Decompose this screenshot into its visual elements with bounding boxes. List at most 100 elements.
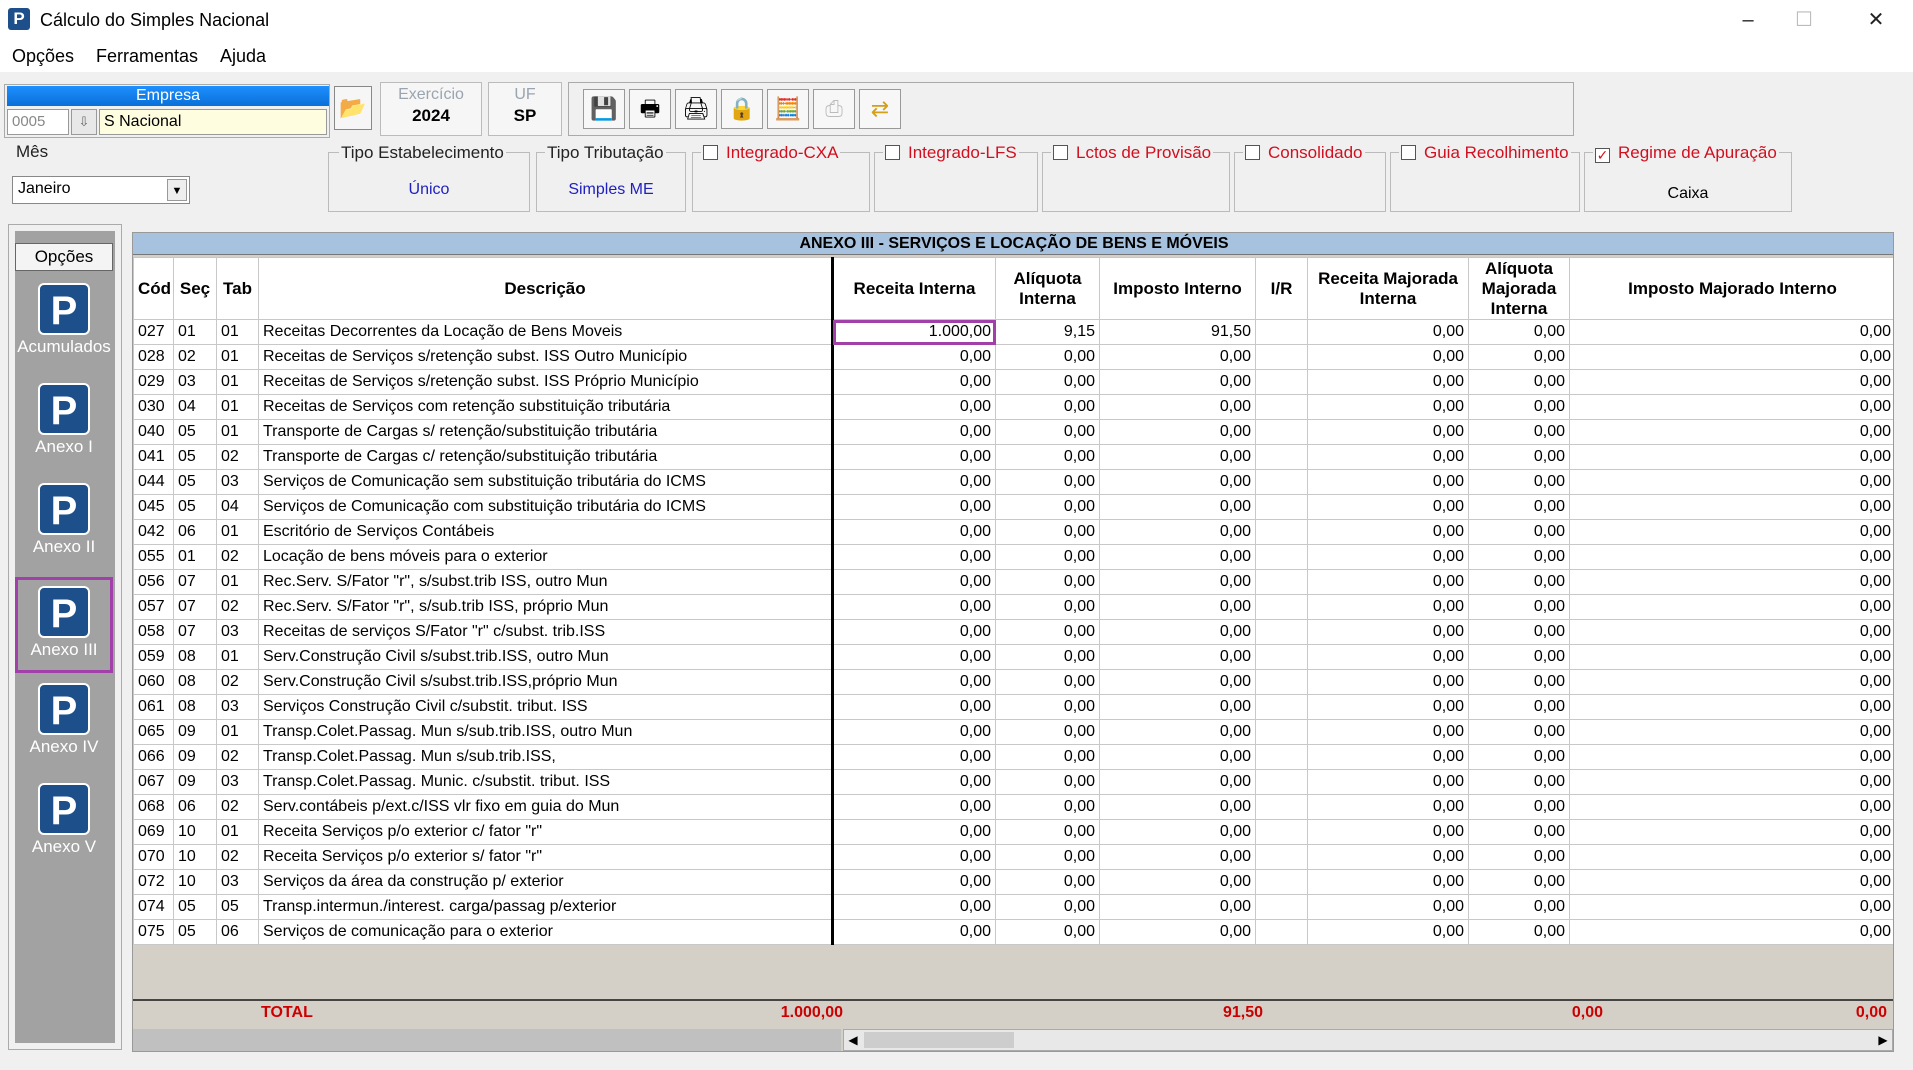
cell-cod[interactable]: 057 [133,594,174,620]
cell-aliquota-majorada[interactable]: 0,00 [1468,519,1570,545]
cell-aliquota-interna[interactable]: 9,15 [995,319,1100,345]
table-row[interactable]: 068 06 02 Serv.contábeis p/ext.c/ISS vlr fi… [133,794,1893,820]
cell-imposto-interno[interactable]: 0,00 [1099,419,1256,445]
cell-tab[interactable]: 03 [216,694,259,720]
cell-aliquota-interna[interactable]: 0,00 [995,919,1100,945]
table-row[interactable]: 065 09 01 Transp.Colet.Passag. Mun s/sub.tr… [133,719,1893,745]
cell-imposto-interno[interactable]: 0,00 [1099,719,1256,745]
sidebar-item-anexo-iv[interactable]: P Anexo IV [15,677,113,773]
cell-tab[interactable]: 01 [216,419,259,445]
cell-descricao[interactable]: Serviços de comunicação para o exterior [258,919,833,945]
cell-ir[interactable] [1255,869,1308,895]
cell-imposto-majorado[interactable]: 0,00 [1569,594,1893,620]
cell-tab[interactable]: 02 [216,744,259,770]
sidebar-item-anexo-v[interactable]: P Anexo V [15,777,113,873]
empresa-lookup-button[interactable]: ⇩ [71,109,97,135]
cell-aliquota-interna[interactable]: 0,00 [995,569,1100,595]
cell-descricao[interactable]: Serviços de Comunicação sem substituição… [258,469,833,495]
cell-tab[interactable]: 04 [216,494,259,520]
col-header-descricao[interactable]: Descrição [258,257,833,320]
cell-aliquota-interna[interactable]: 0,00 [995,719,1100,745]
cell-aliquota-majorada[interactable]: 0,00 [1468,644,1570,670]
cell-tab[interactable]: 01 [216,369,259,395]
maximize-button[interactable]: ☐ [1776,0,1832,40]
cell-imposto-majorado[interactable]: 0,00 [1569,419,1893,445]
cell-descricao[interactable]: Serviços Construção Civil c/substit. tri… [258,694,833,720]
cell-cod[interactable]: 066 [133,744,174,770]
minimize-button[interactable]: – [1720,0,1776,40]
cell-receita-interna[interactable]: 0,00 [831,494,996,520]
cell-imposto-majorado[interactable]: 0,00 [1569,519,1893,545]
cell-ir[interactable] [1255,794,1308,820]
table-row[interactable]: 056 07 01 Rec.Serv. S/Fator "r", s/subst.tr… [133,569,1893,595]
cell-cod[interactable]: 044 [133,469,174,495]
col-header-ir[interactable]: I/R [1255,257,1308,320]
cell-ir[interactable] [1255,694,1308,720]
cell-aliquota-majorada[interactable]: 0,00 [1468,744,1570,770]
cell-descricao[interactable]: Receitas de Serviços s/retenção subst. I… [258,344,833,370]
cell-imposto-interno[interactable]: 0,00 [1099,794,1256,820]
cell-imposto-majorado[interactable]: 0,00 [1569,619,1893,645]
table-row[interactable]: 058 07 03 Receitas de serviços S/Fator "r" … [133,619,1893,645]
cell-aliquota-majorada[interactable]: 0,00 [1468,769,1570,795]
cell-aliquota-majorada[interactable]: 0,00 [1468,344,1570,370]
cell-receita-interna[interactable]: 0,00 [831,894,996,920]
table-row[interactable]: 060 08 02 Serv.Construção Civil s/subst.tri… [133,669,1893,695]
cell-aliquota-majorada[interactable]: 0,00 [1468,319,1570,345]
cell-receita-majorada[interactable]: 0,00 [1307,469,1469,495]
table-row[interactable]: 070 10 02 Receita Serviços p/o exterior s/ … [133,844,1893,870]
cell-imposto-majorado[interactable]: 0,00 [1569,694,1893,720]
cell-aliquota-interna[interactable]: 0,00 [995,494,1100,520]
cell-imposto-majorado[interactable]: 0,00 [1569,844,1893,870]
cell-ir[interactable] [1255,894,1308,920]
cell-aliquota-interna[interactable]: 0,00 [995,594,1100,620]
cell-imposto-majorado[interactable]: 0,00 [1569,794,1893,820]
cell-descricao[interactable]: Receitas de Serviços com retenção substi… [258,394,833,420]
cell-ir[interactable] [1255,494,1308,520]
cell-descricao[interactable]: Receitas de Serviços s/retenção subst. I… [258,369,833,395]
cell-receita-majorada[interactable]: 0,00 [1307,519,1469,545]
cell-imposto-interno[interactable]: 0,00 [1099,344,1256,370]
cell-sec[interactable]: 05 [173,494,217,520]
cell-descricao[interactable]: Receita Serviços p/o exterior s/ fator "… [258,844,833,870]
cell-receita-majorada[interactable]: 0,00 [1307,644,1469,670]
cell-sec[interactable]: 01 [173,544,217,570]
cell-aliquota-interna[interactable]: 0,00 [995,444,1100,470]
table-row[interactable]: 075 05 06 Serviços de comunicação para o ex… [133,919,1893,945]
cell-descricao[interactable]: Serv.Construção Civil s/subst.trib.ISS, … [258,644,833,670]
table-row[interactable]: 028 02 01 Receitas de Serviços s/retenção s… [133,344,1893,370]
cell-receita-interna[interactable]: 0,00 [831,694,996,720]
cell-imposto-interno[interactable]: 0,00 [1099,844,1256,870]
cell-receita-interna[interactable]: 0,00 [831,469,996,495]
cell-cod[interactable]: 074 [133,894,174,920]
cell-cod[interactable]: 069 [133,819,174,845]
cell-receita-majorada[interactable]: 0,00 [1307,619,1469,645]
cell-descricao[interactable]: Serviços de Comunicação com substituição… [258,494,833,520]
cell-imposto-majorado[interactable]: 0,00 [1569,319,1893,345]
cell-imposto-majorado[interactable]: 0,00 [1569,644,1893,670]
cell-aliquota-majorada[interactable]: 0,00 [1468,869,1570,895]
cell-tab[interactable]: 03 [216,869,259,895]
cell-sec[interactable]: 08 [173,669,217,695]
cell-receita-majorada[interactable]: 0,00 [1307,844,1469,870]
cell-sec[interactable]: 02 [173,344,217,370]
cell-sec[interactable]: 03 [173,369,217,395]
cell-cod[interactable]: 045 [133,494,174,520]
calculator-icon[interactable]: 🧮 [767,89,809,129]
cell-imposto-interno[interactable]: 91,50 [1099,319,1256,345]
cell-sec[interactable]: 04 [173,394,217,420]
cell-imposto-interno[interactable]: 0,00 [1099,369,1256,395]
table-row[interactable]: 041 05 02 Transporte de Cargas c/ retenção/… [133,444,1893,470]
cell-descricao[interactable]: Rec.Serv. S/Fator "r", s/subst.trib ISS,… [258,569,833,595]
cell-tab[interactable]: 02 [216,594,259,620]
cell-imposto-interno[interactable]: 0,00 [1099,494,1256,520]
col-header-cod[interactable]: Cód [133,257,174,320]
cell-tab[interactable]: 01 [216,319,259,345]
table-row[interactable]: 030 04 01 Receitas de Serviços com retenção… [133,394,1893,420]
sidebar-item-acumulados[interactable]: P Acumulados [15,277,113,373]
cell-receita-majorada[interactable]: 0,00 [1307,544,1469,570]
table-row[interactable]: 067 09 03 Transp.Colet.Passag. Munic. c/sub… [133,769,1893,795]
col-header-receita-majorada[interactable]: Receita Majorada Interna [1307,257,1469,320]
cell-descricao[interactable]: Serv.contábeis p/ext.c/ISS vlr fixo em g… [258,794,833,820]
cell-ir[interactable] [1255,744,1308,770]
